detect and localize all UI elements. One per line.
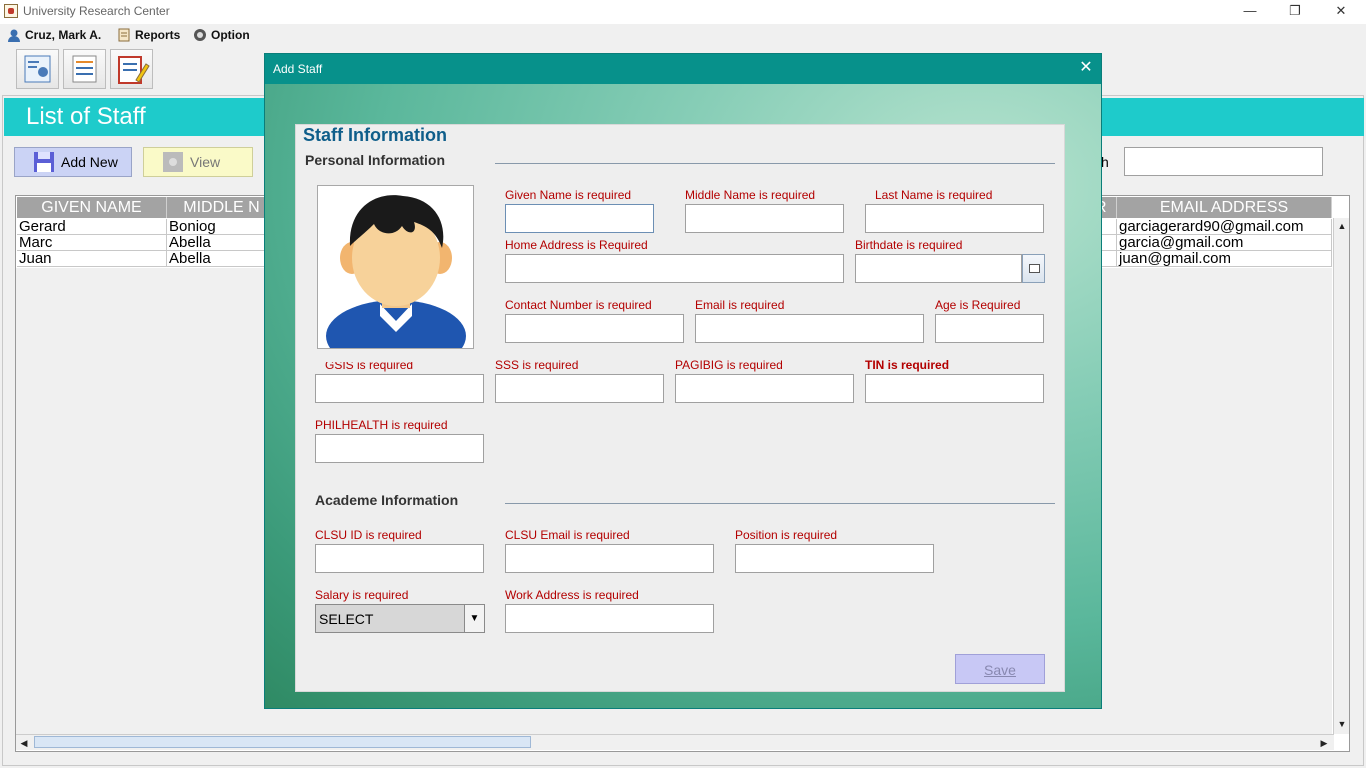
- dialog-close-icon[interactable]: ✕: [1075, 58, 1097, 78]
- age-input[interactable]: [935, 314, 1044, 343]
- search-input[interactable]: [1124, 147, 1323, 176]
- dialog-titlebar: Add Staff: [265, 54, 1101, 84]
- middle-name-input[interactable]: [685, 204, 844, 233]
- app-icon: [4, 4, 18, 18]
- table-cell-email[interactable]: garciagerard90@gmail.com: [1117, 219, 1332, 235]
- home-address-input[interactable]: [505, 254, 844, 283]
- personal-section-title: Personal Information: [305, 152, 446, 168]
- academe-section-title: Academe Information: [315, 492, 459, 508]
- form-legend: Staff Information: [303, 125, 449, 146]
- work-address-input[interactable]: [505, 604, 714, 633]
- scroll-up-icon[interactable]: ▲: [1334, 218, 1350, 234]
- calendar-icon: [1029, 264, 1040, 273]
- add-new-label: Add New: [61, 154, 118, 170]
- window-title: University Research Center: [23, 4, 170, 18]
- staff-list-icon: [24, 55, 51, 83]
- horizontal-scroll-thumb[interactable]: [34, 736, 531, 748]
- philhealth-input[interactable]: [315, 434, 484, 463]
- pagibig-input[interactable]: [675, 374, 854, 403]
- contact-input[interactable]: [505, 314, 684, 343]
- tin-input[interactable]: [865, 374, 1044, 403]
- toolbar-staff-button[interactable]: [16, 49, 59, 89]
- scroll-left-icon[interactable]: ◀: [16, 735, 32, 751]
- given-name-input[interactable]: [505, 204, 654, 233]
- page-title: List of Staff: [26, 103, 146, 130]
- user-icon: [7, 28, 21, 42]
- menu-option[interactable]: Option: [193, 26, 250, 44]
- table-cell-given[interactable]: Gerard: [17, 219, 167, 235]
- clsu-id-input[interactable]: [315, 544, 484, 573]
- save-button[interactable]: Save: [955, 654, 1045, 684]
- add-new-button[interactable]: Add New: [14, 147, 132, 177]
- calendar-button[interactable]: [1022, 254, 1045, 283]
- birthdate-input[interactable]: [855, 254, 1022, 283]
- scroll-down-icon[interactable]: ▼: [1334, 716, 1350, 732]
- work-address-label: Work Address is required: [505, 588, 639, 602]
- column-header[interactable]: MIDDLE N: [167, 197, 277, 218]
- chevron-down-icon[interactable]: ▼: [464, 605, 484, 632]
- menu-option-label: Option: [211, 28, 250, 42]
- search-label: h: [1101, 154, 1109, 170]
- birthdate-label: Birthdate is required: [855, 238, 963, 252]
- records-icon: [72, 55, 97, 83]
- contact-label: Contact Number is required: [505, 298, 652, 312]
- tin-label: TIN is required: [865, 358, 950, 372]
- table-cell-email[interactable]: garcia@gmail.com: [1117, 235, 1332, 251]
- given-name-label: Given Name is required: [505, 188, 632, 202]
- email-input[interactable]: [695, 314, 924, 343]
- scroll-right-icon[interactable]: ▶: [1316, 735, 1332, 751]
- table-cell-given[interactable]: Juan: [17, 251, 167, 267]
- menu-bar: Cruz, Mark A. Reports Option: [0, 24, 1366, 46]
- clsu-email-label: CLSU Email is required: [505, 528, 630, 542]
- clsu-id-label: CLSU ID is required: [315, 528, 422, 542]
- staff-photo[interactable]: [317, 185, 474, 372]
- table-cell-middle[interactable]: Boniog: [167, 219, 277, 235]
- column-header[interactable]: GIVEN NAME: [17, 197, 167, 218]
- toolbar-records-button[interactable]: [63, 49, 106, 89]
- email-label: Email is required: [695, 298, 785, 312]
- minimize-button[interactable]: —: [1227, 0, 1273, 24]
- table-cell-email[interactable]: juan@gmail.com: [1117, 251, 1332, 267]
- philhealth-label: PHILHEALTH is required: [315, 418, 448, 432]
- gsis-input[interactable]: [315, 374, 484, 403]
- age-label: Age is Required: [935, 298, 1021, 312]
- close-window-button[interactable]: ✕: [1318, 0, 1364, 24]
- table-cell-middle[interactable]: Abella: [167, 235, 277, 251]
- section-divider: [505, 503, 1055, 504]
- avatar-icon: [326, 195, 466, 372]
- pagibig-label: PAGIBIG is required: [675, 358, 783, 372]
- position-input[interactable]: [735, 544, 934, 573]
- menu-user[interactable]: Cruz, Mark A.: [7, 26, 101, 44]
- salary-label: Salary is required: [315, 588, 409, 602]
- section-divider: [495, 163, 1055, 164]
- view-label: View: [190, 154, 221, 170]
- reports-icon: [117, 28, 131, 42]
- menu-user-label: Cruz, Mark A.: [25, 28, 102, 42]
- last-name-label: Last Name is required: [875, 188, 993, 202]
- vertical-scrollbar[interactable]: ▲ ▼: [1333, 218, 1349, 734]
- table-cell-given[interactable]: Marc: [17, 235, 167, 251]
- option-gear-icon: [193, 28, 207, 42]
- table-cell-middle[interactable]: Abella: [167, 251, 277, 267]
- tasks-icon: [118, 56, 150, 84]
- sss-input[interactable]: [495, 374, 664, 403]
- salary-selected-value: SELECT: [319, 611, 374, 627]
- view-button[interactable]: View: [143, 147, 253, 177]
- position-label: Position is required: [735, 528, 838, 542]
- window-titlebar: University Research Center — ❐ ✕: [0, 0, 1366, 24]
- dialog-title: Add Staff: [273, 62, 323, 76]
- salary-select[interactable]: SELECT ▼: [315, 604, 485, 633]
- toolbar-tasks-button[interactable]: [110, 49, 153, 89]
- restore-button[interactable]: ❐: [1272, 0, 1318, 24]
- menu-reports-label: Reports: [135, 28, 181, 42]
- column-header[interactable]: EMAIL ADDRESS: [1117, 197, 1332, 218]
- middle-name-label: Middle Name is required: [685, 188, 816, 202]
- last-name-input[interactable]: [865, 204, 1044, 233]
- home-address-label: Home Address is Required: [505, 238, 648, 252]
- sss-label: SSS is required: [495, 358, 579, 372]
- save-disk-icon: [34, 152, 54, 172]
- menu-reports[interactable]: Reports: [117, 26, 180, 44]
- view-icon: [163, 152, 183, 172]
- clsu-email-input[interactable]: [505, 544, 714, 573]
